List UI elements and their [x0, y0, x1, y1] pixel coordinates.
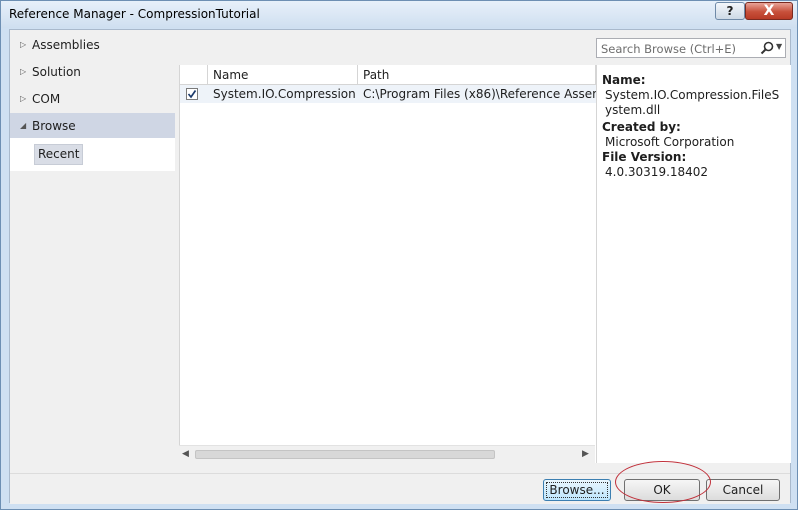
collapse-arrow-icon: ◢ — [20, 121, 27, 130]
details-pane: Name: System.IO.Compression.FileSystem.d… — [596, 65, 791, 463]
nav-item-label: Solution — [32, 65, 81, 79]
close-button[interactable]: X — [745, 2, 793, 20]
row-checkbox[interactable] — [186, 88, 198, 100]
details-created-label: Created by: — [602, 120, 681, 134]
reference-manager-window: Reference Manager - CompressionTutorial … — [0, 0, 798, 510]
details-name-label: Name: — [602, 73, 646, 87]
nav-subitem-recent[interactable]: Recent — [34, 144, 84, 165]
title-bar[interactable]: Reference Manager - CompressionTutorial … — [1, 1, 797, 28]
nav-item-label: Assemblies — [32, 38, 100, 52]
details-version-value: 4.0.30319.18402 — [605, 165, 709, 179]
nav-item-solution[interactable]: ▷ Solution — [10, 59, 175, 85]
browse-subitems: Recent — [10, 138, 175, 171]
help-button[interactable]: ? — [715, 2, 745, 20]
scroll-left-icon[interactable]: ◀ — [182, 449, 189, 459]
nav-item-com[interactable]: ▷ COM — [10, 86, 175, 112]
browse-button-label: Browse... — [546, 482, 608, 498]
dialog-client-area: ▷ Assemblies ▷ Solution ▷ COM ◢ Browse R… — [9, 29, 791, 504]
reference-list: Name Path System.IO.Compression.... C:\P… — [179, 65, 596, 463]
row-name-cell: System.IO.Compression.... — [213, 87, 355, 101]
nav-item-assemblies[interactable]: ▷ Assemblies — [10, 32, 175, 58]
browse-button[interactable]: Browse... — [543, 479, 611, 501]
expand-arrow-icon: ▷ — [20, 40, 27, 49]
search-dropdown-icon[interactable]: ▼ — [776, 42, 782, 51]
details-version-label: File Version: — [602, 150, 687, 164]
nav-item-label: COM — [32, 92, 61, 106]
nav-item-label: Browse — [32, 119, 76, 133]
window-title: Reference Manager - CompressionTutorial — [9, 7, 260, 21]
category-nav: ▷ Assemblies ▷ Solution ▷ COM ◢ Browse R… — [10, 30, 175, 473]
expand-arrow-icon: ▷ — [20, 67, 27, 76]
scroll-thumb[interactable] — [195, 450, 495, 459]
expand-arrow-icon: ▷ — [20, 94, 27, 103]
checkmark-icon — [187, 90, 197, 99]
scroll-right-icon[interactable]: ▶ — [582, 449, 589, 459]
column-header-name[interactable]: Name — [208, 65, 358, 85]
nav-item-browse[interactable]: ◢ Browse — [10, 113, 175, 139]
details-created-value: Microsoft Corporation — [605, 135, 735, 149]
search-icon[interactable] — [760, 41, 774, 55]
column-header-path[interactable]: Path — [358, 65, 596, 85]
search-input[interactable]: Search Browse (Ctrl+E) — [601, 42, 736, 56]
table-row[interactable]: System.IO.Compression.... C:\Program Fil… — [180, 85, 596, 103]
ok-annotation-circle — [615, 461, 711, 503]
details-name-value: System.IO.Compression.FileSystem.dll — [605, 88, 780, 117]
cancel-button[interactable]: Cancel — [706, 479, 780, 501]
search-box[interactable]: Search Browse (Ctrl+E) ▼ — [596, 38, 786, 58]
row-path-cell: C:\Program Files (x86)\Reference Assembl… — [363, 87, 596, 101]
column-header-check[interactable] — [180, 65, 208, 85]
horizontal-scrollbar[interactable]: ◀ ▶ — [179, 445, 595, 463]
